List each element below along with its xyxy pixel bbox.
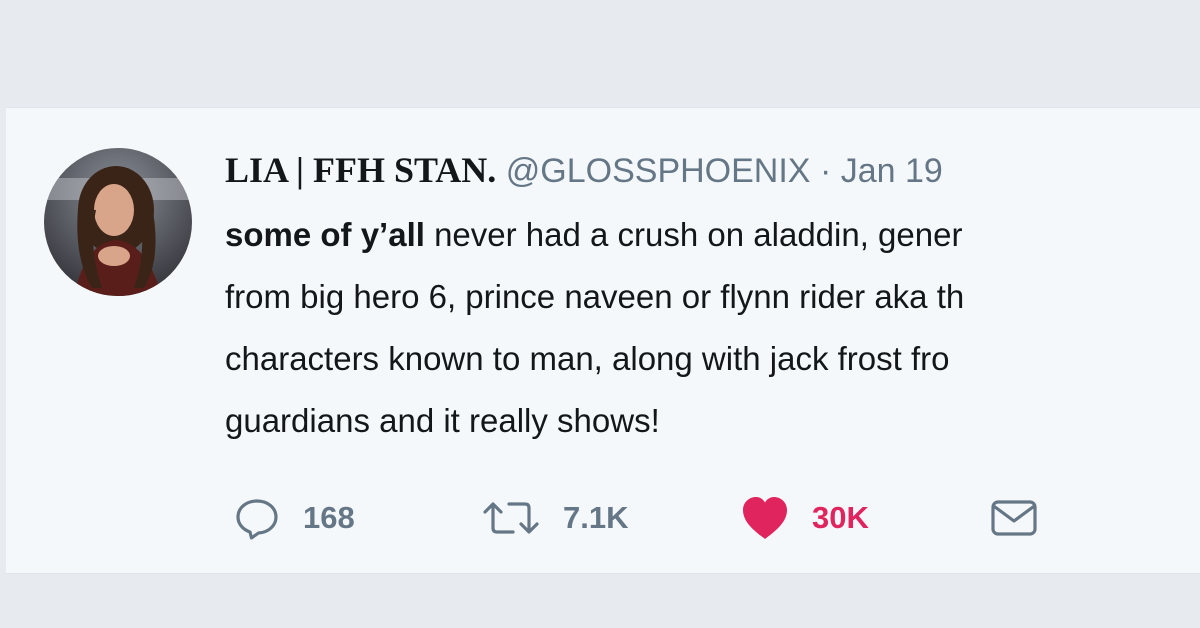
reply-count: 168 [303, 500, 355, 535]
tweet-line: characters known to man, along with jack… [225, 328, 1200, 390]
tweet-line-text: characters known to man, along with jack… [225, 340, 950, 377]
tweet-line-text: guardians and it really shows! [225, 402, 660, 439]
user-handle[interactable]: @GLOSSPHOENIX [506, 152, 811, 190]
heart-icon [743, 497, 787, 539]
like-button[interactable]: 30K [740, 494, 869, 542]
direct-message-button[interactable] [989, 494, 1039, 542]
tweet-date[interactable]: Jan 19 [841, 152, 943, 190]
retweet-button[interactable]: 7.1K [481, 494, 628, 542]
display-name[interactable]: LIA | FFH STAN. [225, 150, 496, 190]
avatar-image [44, 148, 192, 296]
retweet-count: 7.1K [563, 500, 629, 535]
retweet-arrows-icon [483, 502, 539, 534]
tweet-line: guardians and it really shows! [225, 390, 1200, 452]
like-count: 30K [812, 500, 869, 535]
reply-button[interactable]: 168 [233, 494, 355, 542]
avatar[interactable] [44, 148, 192, 296]
speech-bubble-icon [236, 499, 278, 540]
tweet-text: some of y’all never had a crush on aladd… [225, 204, 1200, 452]
separator-dot: · [819, 152, 832, 190]
tweet-line-text: never had a crush on aladdin, gener [424, 216, 963, 253]
tweet-emphasis: some of y’all [225, 216, 425, 253]
tweet-line: from big hero 6, prince naveen or flynn … [225, 266, 1200, 328]
tweet-card[interactable]: LIA | FFH STAN. @GLOSSPHOENIX · Jan 19 s… [6, 107, 1200, 574]
tweet-header: LIA | FFH STAN. @GLOSSPHOENIX · Jan 19 [225, 150, 943, 191]
tweet-line-text: from big hero 6, prince naveen or flynn … [225, 278, 965, 315]
tweet-line: some of y’all never had a crush on aladd… [225, 204, 1200, 266]
envelope-icon [991, 500, 1037, 536]
